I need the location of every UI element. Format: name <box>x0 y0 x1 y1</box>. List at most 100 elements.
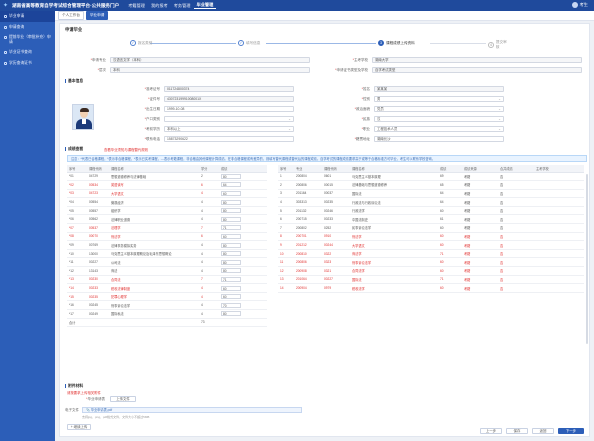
cell-src: 考籍 <box>462 172 498 182</box>
score-input[interactable]: 64 <box>221 182 241 188</box>
sidebar-item-4[interactable]: 学历查询证书 <box>0 58 55 69</box>
cell-n: 2 <box>278 180 294 190</box>
cell-merge: 否 <box>498 283 534 293</box>
sidebar-item-2[interactable]: 提前毕业（审批补充）申请 <box>0 32 55 47</box>
cell-score: 60 <box>438 240 462 250</box>
cell-score: 80 <box>219 172 267 182</box>
cell-n: *12 <box>67 266 87 276</box>
score-input[interactable]: 80 <box>221 199 241 205</box>
hukou-select[interactable]: ⌄ <box>164 116 294 122</box>
table-row: 5 201132 00246 行政法学 60 考籍否 <box>278 206 584 216</box>
score-input[interactable]: 80 <box>221 259 241 265</box>
score-input[interactable]: 70 <box>221 302 241 308</box>
scrollbar[interactable] <box>586 174 588 344</box>
table-row: *09 00769 法律事务模拟实务 4 80 <box>67 240 267 250</box>
nav-item-0[interactable]: 考籍管理 <box>125 3 148 9</box>
next-step-button[interactable]: 下一步 <box>558 428 584 434</box>
tab-workbench[interactable]: 个人工作台 <box>58 11 84 20</box>
label-prior-edu: *考前学历 <box>144 127 160 131</box>
cell-major: 200806 <box>294 257 322 268</box>
occupation-select[interactable]: 工程技术人员 ⌄ <box>374 126 504 132</box>
birthdate-field[interactable]: 1999-10-08 <box>164 106 294 112</box>
continue-upload-button[interactable]: + 继续上传 <box>67 424 91 430</box>
level-field: 本科 <box>110 67 310 73</box>
score-input[interactable]: 71 <box>221 276 241 282</box>
cell-score: 80 <box>219 206 267 216</box>
nav-item-1[interactable]: 我的报考 <box>148 3 171 9</box>
step-connector <box>266 43 376 44</box>
phone-field[interactable]: 15873290622 <box>164 136 294 142</box>
sidebar-item-0[interactable]: 毕业申请 <box>0 11 55 22</box>
score-input[interactable]: 80 <box>221 216 241 222</box>
cell-src: 考籍 <box>462 197 498 207</box>
score-input[interactable]: 80 <box>221 251 241 257</box>
prev-step-button[interactable]: 上一步 <box>480 428 502 434</box>
table-row: *11 00227 公司法 4 80 <box>67 257 267 268</box>
app-title: 湖南省高等教育自学考试综合管理平台·公共服务门户 <box>12 2 120 8</box>
tab-graduation[interactable]: 毕业申请 <box>85 11 109 20</box>
step-connector <box>430 43 486 44</box>
gender-select[interactable]: 男 ⌄ <box>374 96 504 102</box>
step-check-icon: ✓ <box>130 40 136 46</box>
cell-code: 0322 <box>322 249 350 259</box>
menu-icon <box>4 51 7 54</box>
cell-code: 00554 <box>87 197 109 207</box>
user-menu[interactable]: 考生 <box>571 2 588 8</box>
uploaded-file[interactable]: 📎 毕业申请表.pdf <box>82 407 302 413</box>
upload-file-button[interactable]: 上传文件 <box>110 396 136 402</box>
sidebar-item-1[interactable]: 申请查询 <box>0 22 55 33</box>
cell-n: *17 <box>67 309 87 319</box>
political-select[interactable]: 党员 ⌄ <box>374 106 504 112</box>
total-label: 合计 <box>67 318 87 328</box>
cell-src: 考籍 <box>462 232 498 242</box>
table-row: 2 200806 00015 法律基础与思想道德修养 65 考籍否 <box>278 180 584 190</box>
score-input[interactable]: 80 <box>221 311 241 317</box>
cell-school <box>534 266 584 276</box>
cell-major: 200908 <box>294 266 322 276</box>
back-button[interactable]: 返回 <box>532 428 554 434</box>
score-input[interactable]: 60 <box>221 285 241 291</box>
cell-n: *09 <box>67 240 87 250</box>
label-attachment: *毕业申请表 <box>86 397 105 401</box>
table-row: *15 00235 犯罪心理学 4 60 <box>67 292 267 302</box>
chevron-down-icon: ⌄ <box>288 127 291 131</box>
score-input[interactable]: 60 <box>221 294 241 300</box>
label-cert-type: *申请证书类型及学校 <box>335 68 368 72</box>
cell-credit: 6 <box>199 180 219 190</box>
col-header: 成绩 <box>219 165 267 173</box>
score-input[interactable]: 60 <box>221 190 241 196</box>
user-name: 考生 <box>579 2 588 7</box>
cell-score: 60 <box>438 257 462 268</box>
save-button[interactable]: 保存 <box>506 428 528 434</box>
cell-n: 11 <box>278 257 294 268</box>
nav-item-3[interactable]: 毕业管理 <box>193 2 217 9</box>
score-input[interactable]: 80 <box>221 173 241 179</box>
cell-name: 组织学 <box>109 206 199 216</box>
cell-credit: 4 <box>199 240 219 250</box>
score-input[interactable]: 80 <box>221 242 241 248</box>
cell-credit: 7 <box>199 275 219 285</box>
score-input[interactable]: 60 <box>221 233 241 239</box>
cell-n: 14 <box>278 283 294 293</box>
cell-n: 4 <box>278 197 294 207</box>
score-input[interactable]: 80 <box>221 268 241 274</box>
cell-score: 71 <box>438 249 462 259</box>
cell-credit: 4 <box>199 300 219 310</box>
nav-item-2[interactable]: 考务管理 <box>171 3 194 9</box>
rules-link[interactable]: 查看毕业须知与课程替代规则 <box>104 147 148 152</box>
prior-edu-select[interactable]: 本科以上 ⌄ <box>164 126 294 132</box>
section-basic-info: 基本信息 <box>65 79 83 84</box>
ethnicity-select[interactable]: 汉 ⌄ <box>374 116 504 122</box>
cell-code: 00227 <box>322 275 350 285</box>
address-field[interactable]: 湖南长沙 <box>374 136 504 142</box>
cell-credit: 4 <box>199 292 219 302</box>
cell-merge: 否 <box>498 223 534 233</box>
cell-merge: 否 <box>498 275 534 285</box>
cell-merge: 否 <box>498 266 534 276</box>
score-input[interactable]: 80 <box>221 208 241 214</box>
label-hukou: *户口类别 <box>144 117 160 121</box>
sidebar-item-3[interactable]: 毕业证书查询 <box>0 47 55 58</box>
cell-code: 0979 <box>322 283 350 293</box>
score-input[interactable]: 71 <box>221 225 241 231</box>
col-header: 学分 <box>199 165 219 173</box>
